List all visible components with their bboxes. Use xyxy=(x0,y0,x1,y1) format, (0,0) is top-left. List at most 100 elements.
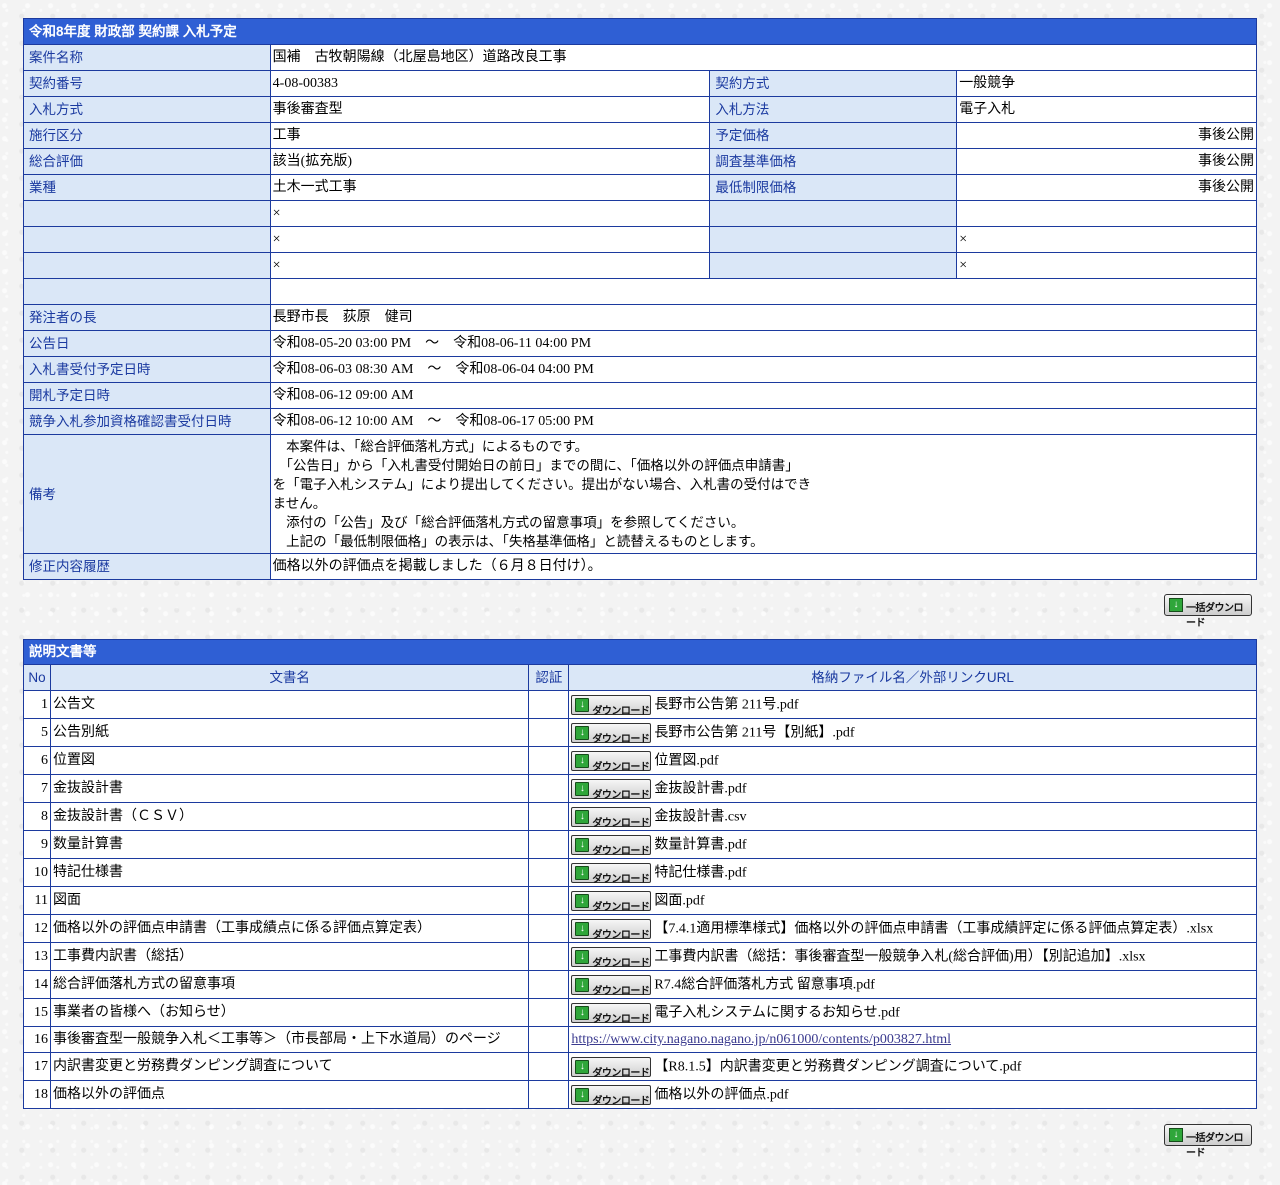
announce-period: 令和08-05-20 03:00 PM ～ 令和08-06-11 04:00 P… xyxy=(269,330,1258,357)
doc-file-cell: ↓ ダウンロード 工事費内訳書（総括：事後審査型一般競争入札(総合評価)用）【別記追… xyxy=(568,942,1257,971)
doc-name: 公告別紙 xyxy=(49,718,530,747)
download-button[interactable]: ↓ ダウンロード xyxy=(571,862,652,885)
doc-name: 事業者の皆様へ（お知らせ） xyxy=(49,998,530,1027)
doc-auth xyxy=(528,1080,570,1109)
doc-name: 内訳書変更と労務費ダンピング調査について xyxy=(49,1052,530,1081)
x-mark: × xyxy=(956,252,1257,279)
download-icon: ↓ xyxy=(575,977,590,992)
download-icon: ↓ xyxy=(575,1005,590,1020)
empty-label xyxy=(709,252,958,279)
download-icon: ↓ xyxy=(575,725,590,740)
receipt-period: 令和08-06-03 08:30 AM ～ 令和08-06-04 04:00 P… xyxy=(269,356,1258,383)
remarks: 本案件は、「総合評価落札方式」によるものです。 「公告日」から「入札書受付開始日… xyxy=(269,434,1258,554)
opening-datetime: 令和08-06-12 09:00 AM xyxy=(269,382,1258,409)
doc-auth xyxy=(528,774,570,803)
download-button[interactable]: ↓ ダウンロード xyxy=(571,806,652,829)
download-button[interactable]: ↓ ダウンロード xyxy=(571,694,652,717)
doc-auth xyxy=(528,830,570,859)
col-file-header: 格納ファイル名／外部リンクURL xyxy=(568,664,1257,691)
case-name-label: 案件名称 xyxy=(23,44,271,71)
doc-name: 価格以外の評価点 xyxy=(49,1080,530,1109)
file-name: 価格以外の評価点.pdf xyxy=(654,1087,789,1103)
orderer: 長野市長 荻原 健司 xyxy=(269,304,1258,331)
announce-label: 公告日 xyxy=(23,330,271,357)
doc-file-cell: https://www.city.nagano.nagano.jp/n06100… xyxy=(568,1026,1257,1053)
table-row: 9 数量計算書 ↓ ダウンロード 数量計算書.pdf xyxy=(23,830,1257,859)
doc-file-cell: ↓ ダウンロード 【R8.1.5】内訳書変更と労務費ダンピング調査について.pdf xyxy=(568,1052,1257,1081)
download-button[interactable]: ↓ ダウンロード xyxy=(571,890,652,913)
doc-name: 公告文 xyxy=(49,690,530,719)
download-icon: ↓ xyxy=(575,781,590,796)
doc-file-cell: ↓ ダウンロード 特記仕様書.pdf xyxy=(568,858,1257,887)
download-label: ダウンロード xyxy=(592,957,650,969)
file-name: 【R8.1.5】内訳書変更と労務費ダンピング調査について.pdf xyxy=(654,1059,1022,1075)
min-price: 事後公開 xyxy=(956,174,1257,201)
download-icon: ↓ xyxy=(575,893,590,908)
download-icon: ↓ xyxy=(575,865,590,880)
file-name: 数量計算書.pdf xyxy=(654,837,747,853)
survey-price-label: 調査基準価格 xyxy=(709,148,958,175)
table-row: 14 総合評価落札方式の留意事項 ↓ ダウンロード R7.4総合評価落札方式 留意事項.… xyxy=(23,970,1257,999)
doc-file-cell: ↓ ダウンロード 金抜設計書.csv xyxy=(568,802,1257,831)
doc-auth xyxy=(528,802,570,831)
empty-value xyxy=(269,278,1258,305)
doc-auth xyxy=(528,942,570,971)
download-button[interactable]: ↓ ダウンロード xyxy=(571,1056,652,1079)
doc-name: 価格以外の評価点申請書（工事成績点に係る評価点算定表） xyxy=(49,914,530,943)
download-button[interactable]: ↓ ダウンロード xyxy=(571,834,652,857)
empty-label xyxy=(23,226,271,253)
doc-no: 1 xyxy=(23,690,51,719)
doc-file-cell: ↓ ダウンロード 金抜設計書.pdf xyxy=(568,774,1257,803)
remarks-label: 備考 xyxy=(23,434,271,554)
download-button[interactable]: ↓ ダウンロード xyxy=(571,722,652,745)
doc-auth xyxy=(528,914,570,943)
doc-name: 事後審査型一般競争入札＜工事等＞（市長部局・上下水道局）のページ xyxy=(49,1026,530,1053)
table-row: 10 特記仕様書 ↓ ダウンロード 特記仕様書.pdf xyxy=(23,858,1257,887)
doc-name: 数量計算書 xyxy=(49,830,530,859)
doc-no: 5 xyxy=(23,718,51,747)
table-row: 17 内訳書変更と労務費ダンピング調査について ↓ ダウンロード 【R8.1.5】内訳書… xyxy=(23,1052,1257,1081)
download-button[interactable]: ↓ ダウンロード xyxy=(571,1084,652,1107)
x-mark: × xyxy=(269,200,711,227)
doc-auth xyxy=(528,886,570,915)
download-button[interactable]: ↓ ダウンロード xyxy=(571,750,652,773)
doc-auth xyxy=(528,718,570,747)
industry-label: 業種 xyxy=(23,174,271,201)
table-row: 6 位置図 ↓ ダウンロード 位置図.pdf xyxy=(23,746,1257,775)
download-button[interactable]: ↓ ダウンロード xyxy=(571,1002,652,1025)
doc-auth xyxy=(528,746,570,775)
col-auth-header: 認証 xyxy=(528,664,570,691)
empty-label xyxy=(709,200,958,227)
external-link[interactable]: https://www.city.nagano.nagano.jp/n06100… xyxy=(571,1032,951,1047)
bulk-download-button[interactable]: ↓ 一括ダウンロード xyxy=(1164,1124,1252,1159)
bid-method: 電子入札 xyxy=(956,96,1257,123)
download-label: ダウンロード xyxy=(592,733,650,745)
table-row: 18 価格以外の評価点 ↓ ダウンロード 価格以外の評価点.pdf xyxy=(23,1080,1257,1109)
download-icon: ↓ xyxy=(575,949,590,964)
bid-type: 事後審査型 xyxy=(269,96,711,123)
download-button[interactable]: ↓ ダウンロード xyxy=(571,918,652,941)
doc-file-cell: ↓ ダウンロード 位置図.pdf xyxy=(568,746,1257,775)
download-button[interactable]: ↓ ダウンロード xyxy=(571,778,652,801)
download-button[interactable]: ↓ ダウンロード xyxy=(571,946,652,969)
doc-no: 10 xyxy=(23,858,51,887)
documents-title: 説明文書等 xyxy=(23,639,1257,665)
download-label: ダウンロード xyxy=(592,985,650,997)
bulk-download-button[interactable]: ↓ 一括ダウンロード xyxy=(1164,594,1252,629)
case-name: 国補 古牧朝陽線（北屋島地区）道路改良工事 xyxy=(269,44,1258,71)
download-button[interactable]: ↓ ダウンロード xyxy=(571,974,652,997)
download-label: ダウンロード xyxy=(592,1095,650,1107)
doc-auth xyxy=(528,1026,570,1053)
doc-auth xyxy=(528,690,570,719)
revision-label: 修正内容履歴 xyxy=(23,553,271,580)
doc-no: 9 xyxy=(23,830,51,859)
bid-info-title: 令和8年度 財政部 契約課 入札予定 xyxy=(23,18,1257,45)
doc-no: 16 xyxy=(23,1026,51,1053)
download-label: ダウンロード xyxy=(592,1067,650,1079)
doc-name: 総合評価落札方式の留意事項 xyxy=(49,970,530,999)
survey-price: 事後公開 xyxy=(956,148,1257,175)
doc-name: 特記仕様書 xyxy=(49,858,530,887)
download-label: ダウンロード xyxy=(592,789,650,801)
table-row: 1 公告文 ↓ ダウンロード 長野市公告第 211号.pdf xyxy=(23,690,1257,719)
download-label: ダウンロード xyxy=(592,845,650,857)
